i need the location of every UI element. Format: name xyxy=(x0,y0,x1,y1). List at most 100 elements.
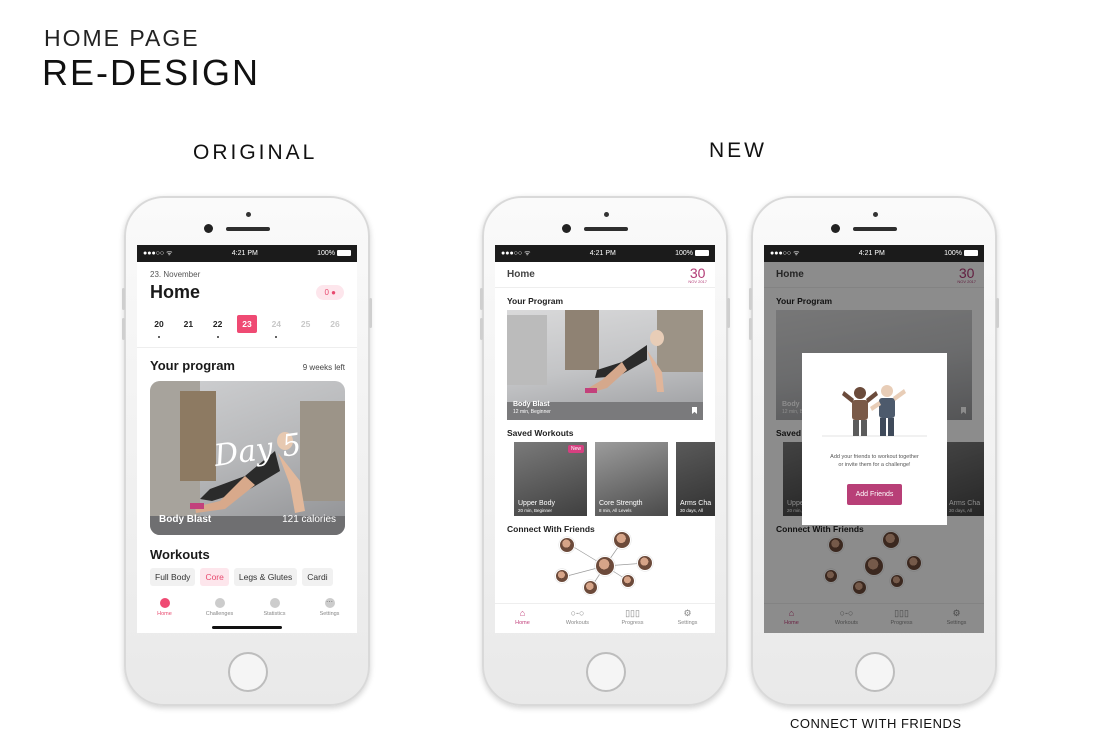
phone-new-modal: ●●●○○ ᯤ 4:21 PM 100% Home 30 NOV 2017 Yo… xyxy=(749,196,999,706)
program-heading: Your program xyxy=(150,358,235,373)
home-indicator xyxy=(212,626,282,629)
streak-badge[interactable]: 0 ● xyxy=(316,285,344,300)
earpiece-speaker xyxy=(226,227,270,231)
signal-indicator: ●●●○○ ᯤ xyxy=(770,250,800,257)
volume-up-button xyxy=(122,288,125,310)
front-camera xyxy=(831,224,840,233)
heading-new: NEW xyxy=(709,139,767,162)
tab-progress[interactable]: ▯▯▯ Progress xyxy=(608,604,658,633)
phone-original: ●●●○○ ᯤ 4:21 PM 100% 23. November Home 0… xyxy=(122,196,372,706)
sensor-dot xyxy=(246,212,251,217)
tab-bar: ⌂ Home ○-○ Workouts ▯▯▯ Progress ⚙ Settings xyxy=(495,603,715,633)
heading-original: ORIGINAL xyxy=(193,141,318,164)
battery-icon xyxy=(337,250,351,257)
week-calendar: 20 21 22 23 24 25 26 xyxy=(149,315,345,338)
program-heading: Your Program xyxy=(507,296,564,306)
friends-network[interactable] xyxy=(507,531,703,604)
two-people-illustration xyxy=(822,385,927,437)
chip-core[interactable]: Core xyxy=(200,568,229,586)
challenges-icon xyxy=(214,598,225,608)
saved-workouts-heading: Saved Workouts xyxy=(507,428,574,438)
caption-connect-with-friends: CONNECT WITH FRIENDS xyxy=(790,716,962,731)
screen-new: ●●●○○ ᯤ 4:21 PM 100% Home 30 NOV 2017 Yo… xyxy=(495,245,715,633)
status-time: 4:21 PM xyxy=(231,250,258,257)
volume-down-button xyxy=(480,318,483,340)
bar-chart-icon: ▯▯▯ xyxy=(625,608,640,618)
volume-down-button xyxy=(749,318,752,340)
calendar-day[interactable]: 26 xyxy=(325,315,345,333)
calendar-day[interactable]: 22 xyxy=(208,315,228,338)
friend-avatar[interactable] xyxy=(555,569,569,583)
card-calories: 121 calories xyxy=(282,514,336,525)
dumbbell-icon: ○-○ xyxy=(570,608,585,618)
power-button xyxy=(369,298,372,328)
modal-description: Add your friends to workout together or … xyxy=(830,454,919,469)
card-title: Body Blast xyxy=(159,514,212,525)
tab-settings[interactable]: ⚙ Settings xyxy=(663,604,713,633)
calendar-day[interactable]: 21 xyxy=(178,315,198,333)
volume-up-button xyxy=(480,288,483,310)
program-card[interactable]: Day 5 Body Blast 121 calories xyxy=(150,381,345,535)
calendar-day[interactable]: 20 xyxy=(149,315,169,338)
screen-original: ●●●○○ ᯤ 4:21 PM 100% 23. November Home 0… xyxy=(137,245,357,633)
signal-indicator: ●●●○○ ᯤ xyxy=(143,250,173,257)
heart-icon xyxy=(159,598,170,608)
friend-avatar[interactable] xyxy=(583,580,598,595)
hero-title: Body Blast xyxy=(513,401,550,408)
front-camera xyxy=(562,224,571,233)
hero-subtitle: 12 min, Beginner xyxy=(513,409,551,415)
slide-title-large: RE-DESIGN xyxy=(42,52,261,93)
date-label: 23. November xyxy=(150,270,201,279)
chip-full-body[interactable]: Full Body xyxy=(150,568,196,586)
tab-settings[interactable]: ⋯ Settings xyxy=(305,593,355,633)
chip-cardio[interactable]: Cardi xyxy=(302,568,333,586)
status-time: 4:21 PM xyxy=(589,250,616,257)
calendar-day-selected[interactable]: 23 xyxy=(236,315,257,333)
calendar-day[interactable]: 24 xyxy=(266,315,286,338)
front-camera xyxy=(204,224,213,233)
activity-dot xyxy=(275,336,278,338)
workouts-heading: Workouts xyxy=(150,547,210,562)
slide-title-small: HOME PAGE xyxy=(44,25,200,51)
friend-avatar-main[interactable] xyxy=(595,556,615,576)
battery-indicator: 100% xyxy=(944,250,978,257)
saved-workout-card[interactable]: New Upper Body 20 min, Beginner xyxy=(514,442,587,516)
friend-avatar[interactable] xyxy=(559,537,575,553)
friend-avatar[interactable] xyxy=(637,555,653,571)
activity-dot xyxy=(158,336,160,338)
workout-filter-chips: Full Body Core Legs & Glutes Cardi xyxy=(150,568,357,586)
saved-workout-card[interactable]: Core Strength 8 min, All Levels xyxy=(595,442,668,516)
home-button xyxy=(586,652,626,692)
status-bar: ●●●○○ ᯤ 4:21 PM 100% xyxy=(137,245,357,262)
add-friends-button[interactable]: Add Friends xyxy=(846,483,903,505)
battery-indicator: 100% xyxy=(675,250,709,257)
tab-workouts[interactable]: ○-○ Workouts xyxy=(553,604,603,633)
signal-indicator: ●●●○○ ᯤ xyxy=(501,250,531,257)
saved-workout-card[interactable]: Arms Cha 30 days, All xyxy=(676,442,715,516)
date-badge: 30 NOV 2017 xyxy=(688,264,707,284)
activity-dot xyxy=(216,336,219,338)
page-title: Home xyxy=(150,282,201,302)
statistics-icon xyxy=(269,598,280,608)
status-bar: ●●●○○ ᯤ 4:21 PM 100% xyxy=(764,245,984,262)
volume-down-button xyxy=(122,318,125,340)
tab-home[interactable]: ⌂ Home xyxy=(498,604,548,633)
chip-legs-glutes[interactable]: Legs & Glutes xyxy=(233,568,298,586)
battery-icon xyxy=(964,250,978,257)
earpiece-speaker xyxy=(584,227,628,231)
more-icon: ⋯ xyxy=(324,598,335,608)
calendar-day[interactable]: 25 xyxy=(296,315,316,333)
program-card[interactable]: Body Blast 12 min, Beginner xyxy=(507,310,703,420)
weeks-left-label: 9 weeks left xyxy=(302,363,345,372)
add-friends-modal: Add your friends to workout together or … xyxy=(802,353,947,525)
friend-avatar[interactable] xyxy=(613,531,631,549)
new-badge: New xyxy=(567,445,584,453)
home-icon: ⌂ xyxy=(519,608,526,618)
friend-avatar[interactable] xyxy=(621,574,635,588)
saved-workouts-carousel: New Upper Body 20 min, Beginner Core Str… xyxy=(514,442,715,516)
gear-icon: ⚙ xyxy=(683,608,692,618)
battery-indicator: 100% xyxy=(317,250,351,257)
tab-home[interactable]: Home xyxy=(140,593,190,633)
earpiece-speaker xyxy=(853,227,897,231)
status-time: 4:21 PM xyxy=(858,250,885,257)
